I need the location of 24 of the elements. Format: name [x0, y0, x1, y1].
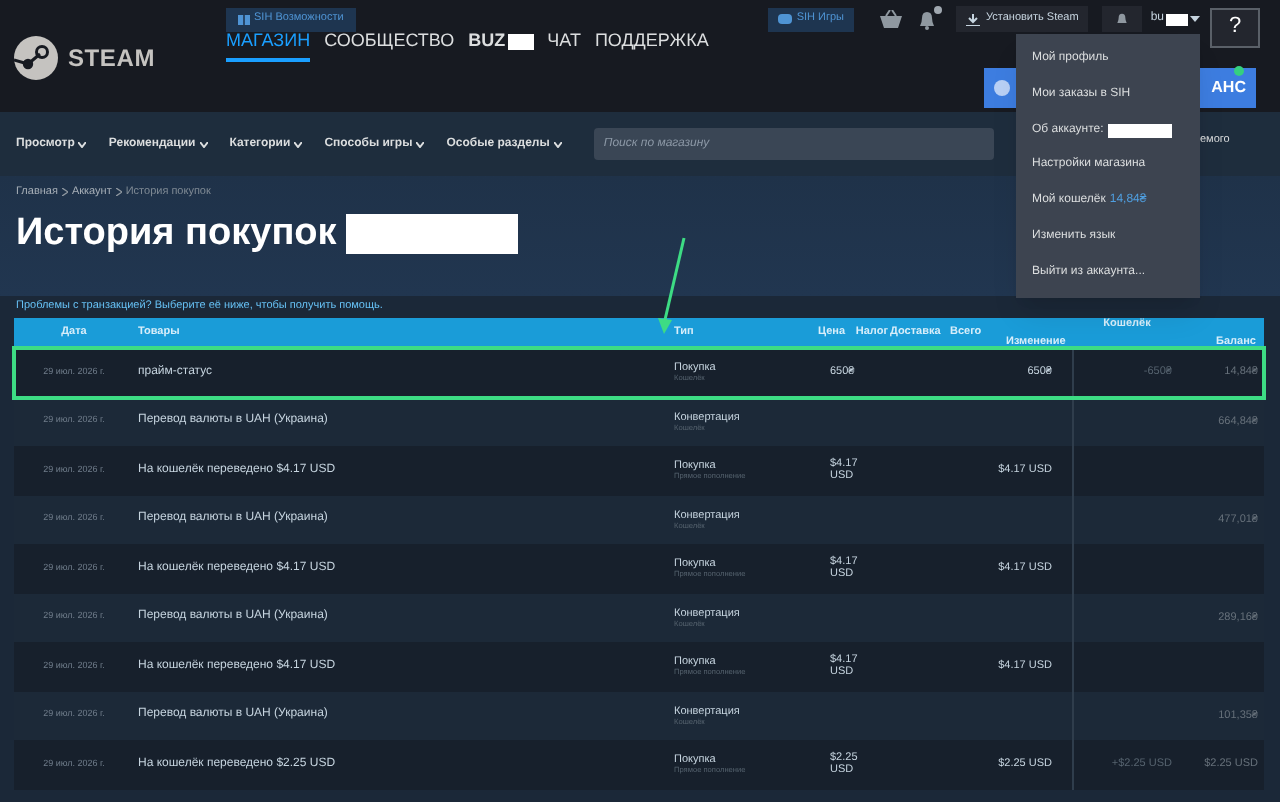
chevron-icon [553, 141, 562, 147]
main-nav-link[interactable]: ПОДДЕРЖКА [594, 28, 709, 61]
main-nav-link[interactable]: BUZ [468, 28, 534, 61]
page-title: История покупок [16, 210, 337, 258]
download-icon [966, 13, 981, 25]
basket-icon[interactable] [880, 10, 903, 28]
steam-logo-icon[interactable] [14, 36, 58, 80]
caret-icon [1190, 16, 1200, 22]
main-nav-link[interactable]: ЧАТ [547, 28, 581, 61]
bell-icon[interactable] [918, 10, 937, 30]
main-nav-link[interactable]: МАГАЗИН [226, 28, 311, 61]
help-button[interactable]: ? [1210, 7, 1260, 47]
main-nav-link[interactable]: СООБЩЕСТВО [324, 28, 455, 61]
chevron-icon [199, 141, 208, 147]
separator-icon [115, 188, 122, 197]
bell-icon [1116, 12, 1129, 26]
chevron-icon [78, 141, 87, 147]
chevron-icon [416, 141, 425, 147]
notifications-button[interactable] [1102, 6, 1143, 32]
separator-icon [61, 188, 68, 197]
chevron-icon [294, 141, 303, 147]
plus-icon [994, 80, 1010, 96]
logo-text[interactable]: STEAM [68, 40, 155, 76]
redaction-box [1166, 13, 1188, 25]
